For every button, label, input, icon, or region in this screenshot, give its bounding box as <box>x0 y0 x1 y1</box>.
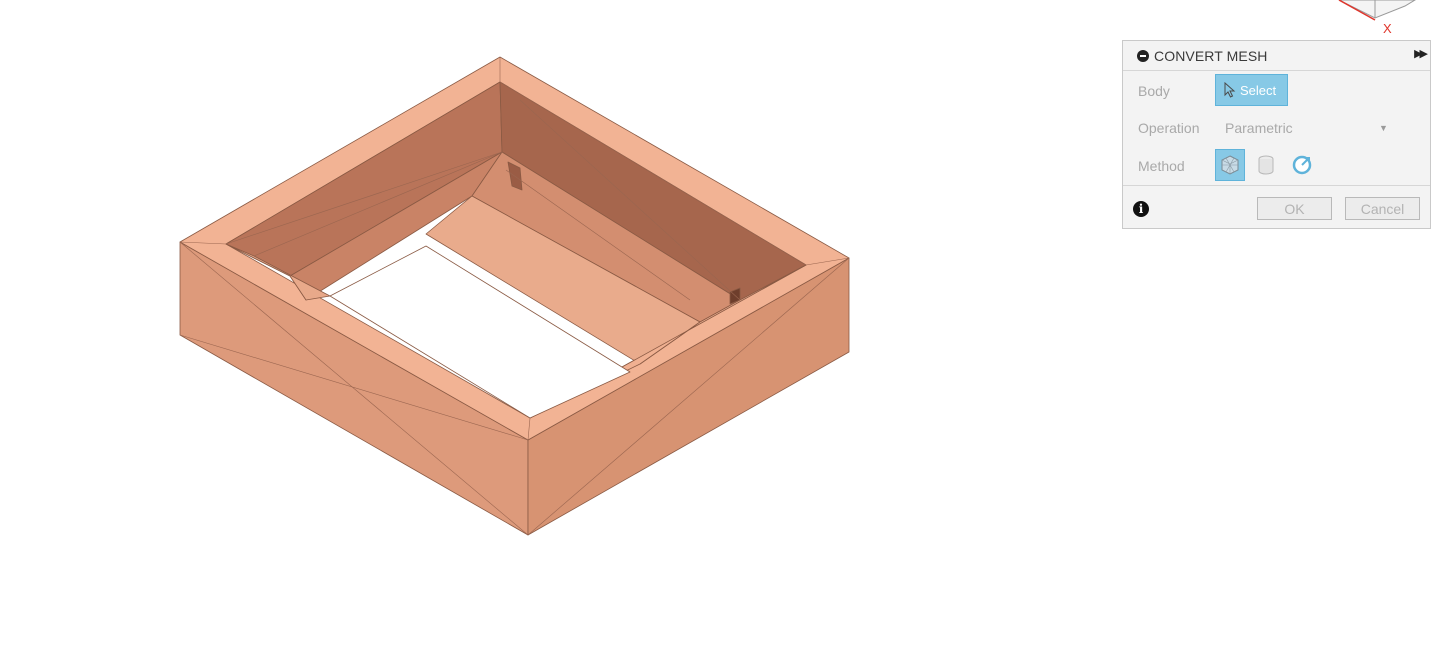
operation-label: Operation <box>1138 120 1200 136</box>
operation-row: Operation Parametric ▼ <box>1123 112 1430 146</box>
viewcube[interactable]: X <box>1325 0 1425 40</box>
convert-mesh-panel: CONVERT MESH ▶▶ Body Select Operation Pa… <box>1122 40 1431 229</box>
mesh-body[interactable] <box>179 56 850 536</box>
info-icon[interactable]: i <box>1133 201 1149 217</box>
triangle-down-icon[interactable]: ▼ <box>1379 123 1388 133</box>
viewcube-face <box>1338 0 1416 19</box>
cancel-button[interactable]: Cancel <box>1345 197 1420 220</box>
double-chevron-right-icon[interactable]: ▶▶ <box>1414 47 1428 60</box>
cylinder-icon <box>1258 155 1274 175</box>
prismatic-refresh-icon <box>1292 155 1312 175</box>
method-row: Method <box>1123 148 1430 182</box>
panel-divider <box>1123 185 1430 186</box>
panel-title: CONVERT MESH <box>1154 47 1268 64</box>
minus-circle-icon[interactable] <box>1137 49 1149 62</box>
faceted-cube-icon <box>1221 155 1239 175</box>
body-label: Body <box>1138 83 1170 99</box>
cursor-arrow-icon <box>1224 82 1236 98</box>
method-label: Method <box>1138 158 1185 174</box>
ok-button[interactable]: OK <box>1257 197 1332 220</box>
select-button-label: Select <box>1240 82 1277 98</box>
panel-header[interactable]: CONVERT MESH ▶▶ <box>1123 41 1430 71</box>
method-prismatic-button[interactable] <box>1251 149 1281 181</box>
method-faceted-button[interactable] <box>1215 149 1245 181</box>
body-row: Body Select <box>1123 73 1430 107</box>
method-organic-button[interactable] <box>1287 149 1317 181</box>
x-axis-label: X <box>1383 21 1392 36</box>
select-body-button[interactable]: Select <box>1215 74 1288 106</box>
operation-select[interactable]: Parametric <box>1225 120 1293 136</box>
